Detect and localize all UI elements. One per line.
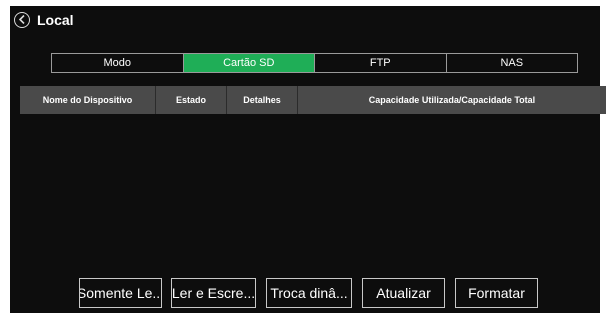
device-table-header: Nome do Dispositivo Estado Detalhes Capa… xyxy=(20,86,606,114)
column-header-device-name: Nome do Dispositivo xyxy=(20,86,156,114)
tab-ftp[interactable]: FTP xyxy=(315,54,447,72)
page-title: Local xyxy=(37,12,74,28)
read-write-button[interactable]: Ler e Escre... xyxy=(171,278,256,308)
tab-nas[interactable]: NAS xyxy=(446,54,577,72)
column-header-capacity: Capacidade Utilizada/Capacidade Total xyxy=(368,95,536,105)
hot-swap-button[interactable]: Troca dinâ... xyxy=(266,278,352,308)
column-header-details: Detalhes xyxy=(227,86,298,114)
tab-modo[interactable]: Modo xyxy=(52,54,184,72)
format-button[interactable]: Formatar xyxy=(455,278,538,308)
back-icon[interactable] xyxy=(14,12,30,28)
storage-tabs: Modo Cartão SD FTP NAS xyxy=(51,53,578,73)
read-only-button[interactable]: Somente Le... xyxy=(79,278,162,308)
tab-cartao-sd[interactable]: Cartão SD xyxy=(183,54,315,72)
local-panel: Local Modo Cartão SD FTP NAS Nome do Dis… xyxy=(10,6,606,313)
device-table-body xyxy=(20,114,606,264)
column-header-status: Estado xyxy=(156,86,227,114)
close-icon[interactable]: × xyxy=(600,2,615,18)
refresh-button[interactable]: Atualizar xyxy=(362,278,445,308)
